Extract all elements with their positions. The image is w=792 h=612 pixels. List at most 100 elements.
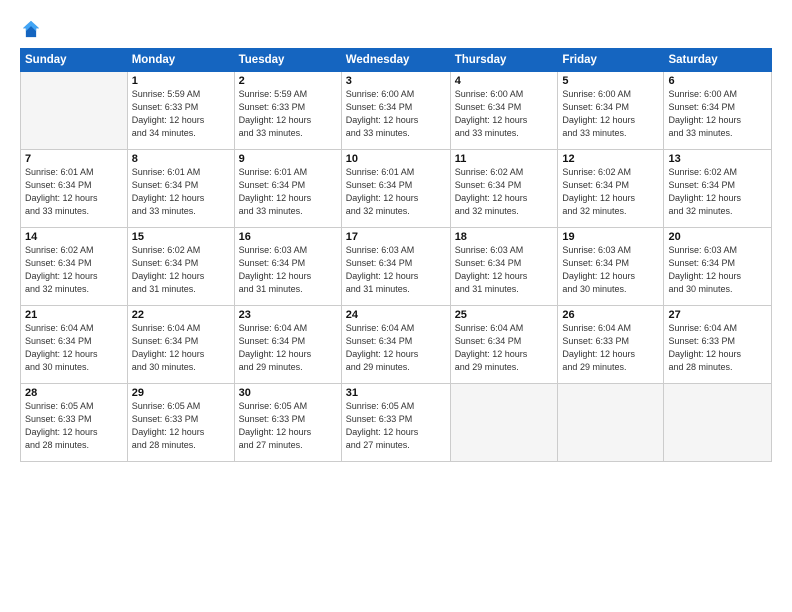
day-info: Sunrise: 6:04 AMSunset: 6:34 PMDaylight:…	[25, 322, 123, 374]
week-row-2: 7Sunrise: 6:01 AMSunset: 6:34 PMDaylight…	[21, 150, 772, 228]
day-number: 12	[562, 153, 659, 165]
day-info: Sunrise: 6:04 AMSunset: 6:34 PMDaylight:…	[346, 322, 446, 374]
calendar-cell: 16Sunrise: 6:03 AMSunset: 6:34 PMDayligh…	[234, 228, 341, 306]
header	[20, 18, 772, 40]
day-info: Sunrise: 6:02 AMSunset: 6:34 PMDaylight:…	[562, 166, 659, 218]
calendar-cell: 21Sunrise: 6:04 AMSunset: 6:34 PMDayligh…	[21, 306, 128, 384]
day-number: 6	[668, 75, 767, 87]
week-row-3: 14Sunrise: 6:02 AMSunset: 6:34 PMDayligh…	[21, 228, 772, 306]
weekday-header-monday: Monday	[127, 49, 234, 72]
day-info: Sunrise: 6:04 AMSunset: 6:33 PMDaylight:…	[562, 322, 659, 374]
calendar-cell: 2Sunrise: 5:59 AMSunset: 6:33 PMDaylight…	[234, 72, 341, 150]
day-number: 15	[132, 231, 230, 243]
calendar-cell: 26Sunrise: 6:04 AMSunset: 6:33 PMDayligh…	[558, 306, 664, 384]
day-number: 1	[132, 75, 230, 87]
calendar-cell: 8Sunrise: 6:01 AMSunset: 6:34 PMDaylight…	[127, 150, 234, 228]
calendar-cell: 27Sunrise: 6:04 AMSunset: 6:33 PMDayligh…	[664, 306, 772, 384]
day-number: 16	[239, 231, 337, 243]
day-info: Sunrise: 6:01 AMSunset: 6:34 PMDaylight:…	[239, 166, 337, 218]
day-info: Sunrise: 6:01 AMSunset: 6:34 PMDaylight:…	[25, 166, 123, 218]
week-row-4: 21Sunrise: 6:04 AMSunset: 6:34 PMDayligh…	[21, 306, 772, 384]
calendar-cell: 10Sunrise: 6:01 AMSunset: 6:34 PMDayligh…	[341, 150, 450, 228]
day-info: Sunrise: 6:01 AMSunset: 6:34 PMDaylight:…	[132, 166, 230, 218]
calendar-cell: 28Sunrise: 6:05 AMSunset: 6:33 PMDayligh…	[21, 384, 128, 462]
day-info: Sunrise: 6:02 AMSunset: 6:34 PMDaylight:…	[25, 244, 123, 296]
calendar-cell: 15Sunrise: 6:02 AMSunset: 6:34 PMDayligh…	[127, 228, 234, 306]
calendar-cell: 29Sunrise: 6:05 AMSunset: 6:33 PMDayligh…	[127, 384, 234, 462]
week-row-5: 28Sunrise: 6:05 AMSunset: 6:33 PMDayligh…	[21, 384, 772, 462]
calendar-cell: 9Sunrise: 6:01 AMSunset: 6:34 PMDaylight…	[234, 150, 341, 228]
calendar-cell: 19Sunrise: 6:03 AMSunset: 6:34 PMDayligh…	[558, 228, 664, 306]
weekday-header-thursday: Thursday	[450, 49, 558, 72]
calendar-cell: 4Sunrise: 6:00 AMSunset: 6:34 PMDaylight…	[450, 72, 558, 150]
day-number: 7	[25, 153, 123, 165]
calendar-cell: 1Sunrise: 5:59 AMSunset: 6:33 PMDaylight…	[127, 72, 234, 150]
day-number: 8	[132, 153, 230, 165]
day-number: 13	[668, 153, 767, 165]
weekday-header-sunday: Sunday	[21, 49, 128, 72]
day-number: 10	[346, 153, 446, 165]
day-number: 28	[25, 387, 123, 399]
calendar-cell: 22Sunrise: 6:04 AMSunset: 6:34 PMDayligh…	[127, 306, 234, 384]
day-number: 21	[25, 309, 123, 321]
day-info: Sunrise: 6:04 AMSunset: 6:33 PMDaylight:…	[668, 322, 767, 374]
day-info: Sunrise: 6:03 AMSunset: 6:34 PMDaylight:…	[562, 244, 659, 296]
day-info: Sunrise: 6:04 AMSunset: 6:34 PMDaylight:…	[132, 322, 230, 374]
calendar-cell: 17Sunrise: 6:03 AMSunset: 6:34 PMDayligh…	[341, 228, 450, 306]
day-info: Sunrise: 6:03 AMSunset: 6:34 PMDaylight:…	[239, 244, 337, 296]
week-row-1: 1Sunrise: 5:59 AMSunset: 6:33 PMDaylight…	[21, 72, 772, 150]
calendar-cell	[21, 72, 128, 150]
day-number: 4	[455, 75, 554, 87]
day-number: 14	[25, 231, 123, 243]
logo-icon	[20, 18, 42, 40]
day-info: Sunrise: 6:01 AMSunset: 6:34 PMDaylight:…	[346, 166, 446, 218]
weekday-header-tuesday: Tuesday	[234, 49, 341, 72]
calendar-cell: 12Sunrise: 6:02 AMSunset: 6:34 PMDayligh…	[558, 150, 664, 228]
day-info: Sunrise: 6:00 AMSunset: 6:34 PMDaylight:…	[668, 88, 767, 140]
day-info: Sunrise: 6:05 AMSunset: 6:33 PMDaylight:…	[132, 400, 230, 452]
calendar-cell: 20Sunrise: 6:03 AMSunset: 6:34 PMDayligh…	[664, 228, 772, 306]
calendar-cell: 14Sunrise: 6:02 AMSunset: 6:34 PMDayligh…	[21, 228, 128, 306]
day-info: Sunrise: 6:05 AMSunset: 6:33 PMDaylight:…	[239, 400, 337, 452]
weekday-header-row: SundayMondayTuesdayWednesdayThursdayFrid…	[21, 49, 772, 72]
day-number: 26	[562, 309, 659, 321]
calendar-cell	[664, 384, 772, 462]
day-number: 25	[455, 309, 554, 321]
calendar-cell: 25Sunrise: 6:04 AMSunset: 6:34 PMDayligh…	[450, 306, 558, 384]
weekday-header-friday: Friday	[558, 49, 664, 72]
calendar-cell: 11Sunrise: 6:02 AMSunset: 6:34 PMDayligh…	[450, 150, 558, 228]
weekday-header-wednesday: Wednesday	[341, 49, 450, 72]
day-info: Sunrise: 6:00 AMSunset: 6:34 PMDaylight:…	[455, 88, 554, 140]
day-number: 29	[132, 387, 230, 399]
day-number: 27	[668, 309, 767, 321]
day-number: 18	[455, 231, 554, 243]
day-info: Sunrise: 6:02 AMSunset: 6:34 PMDaylight:…	[132, 244, 230, 296]
day-info: Sunrise: 6:02 AMSunset: 6:34 PMDaylight:…	[668, 166, 767, 218]
day-number: 17	[346, 231, 446, 243]
calendar-table: SundayMondayTuesdayWednesdayThursdayFrid…	[20, 48, 772, 462]
calendar-cell: 3Sunrise: 6:00 AMSunset: 6:34 PMDaylight…	[341, 72, 450, 150]
day-info: Sunrise: 5:59 AMSunset: 6:33 PMDaylight:…	[132, 88, 230, 140]
day-info: Sunrise: 6:00 AMSunset: 6:34 PMDaylight:…	[346, 88, 446, 140]
calendar-cell: 13Sunrise: 6:02 AMSunset: 6:34 PMDayligh…	[664, 150, 772, 228]
day-number: 3	[346, 75, 446, 87]
calendar-cell	[558, 384, 664, 462]
day-info: Sunrise: 5:59 AMSunset: 6:33 PMDaylight:…	[239, 88, 337, 140]
calendar-cell: 31Sunrise: 6:05 AMSunset: 6:33 PMDayligh…	[341, 384, 450, 462]
day-info: Sunrise: 6:04 AMSunset: 6:34 PMDaylight:…	[239, 322, 337, 374]
day-info: Sunrise: 6:02 AMSunset: 6:34 PMDaylight:…	[455, 166, 554, 218]
day-number: 20	[668, 231, 767, 243]
day-number: 22	[132, 309, 230, 321]
page: SundayMondayTuesdayWednesdayThursdayFrid…	[0, 0, 792, 612]
calendar-cell: 6Sunrise: 6:00 AMSunset: 6:34 PMDaylight…	[664, 72, 772, 150]
day-number: 31	[346, 387, 446, 399]
calendar-cell	[450, 384, 558, 462]
calendar-cell: 30Sunrise: 6:05 AMSunset: 6:33 PMDayligh…	[234, 384, 341, 462]
weekday-header-saturday: Saturday	[664, 49, 772, 72]
day-info: Sunrise: 6:03 AMSunset: 6:34 PMDaylight:…	[346, 244, 446, 296]
day-info: Sunrise: 6:00 AMSunset: 6:34 PMDaylight:…	[562, 88, 659, 140]
day-info: Sunrise: 6:03 AMSunset: 6:34 PMDaylight:…	[668, 244, 767, 296]
calendar-cell: 24Sunrise: 6:04 AMSunset: 6:34 PMDayligh…	[341, 306, 450, 384]
day-info: Sunrise: 6:05 AMSunset: 6:33 PMDaylight:…	[25, 400, 123, 452]
day-number: 2	[239, 75, 337, 87]
